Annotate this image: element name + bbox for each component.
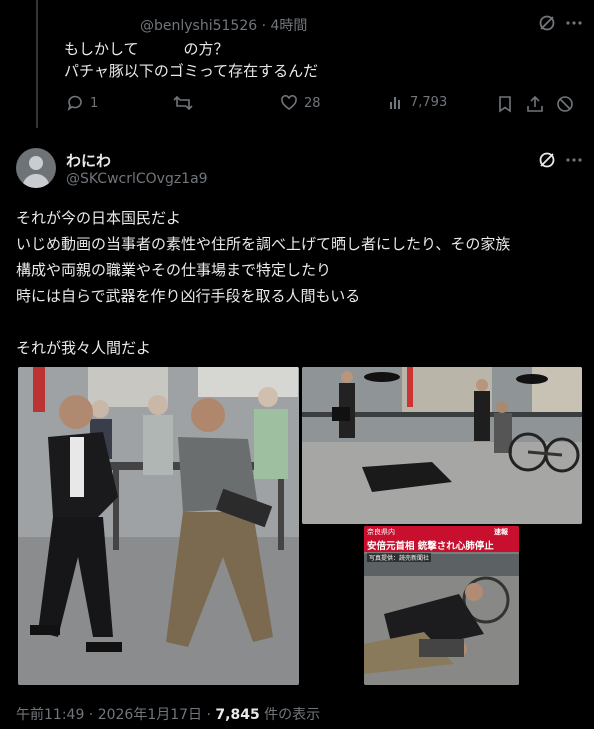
- post-views-suffix: 件の表示: [259, 707, 321, 723]
- like-button[interactable]: 28: [280, 94, 321, 112]
- bookmark-icon: [499, 96, 511, 113]
- repost-button[interactable]: [173, 94, 193, 112]
- views-button[interactable]: 7,793: [388, 94, 447, 110]
- body-line: いじめ動画の当事者の素性や住所を調べ上げて晒し者にしたり、その家族: [16, 235, 511, 253]
- more-icon-main[interactable]: [565, 151, 583, 169]
- reply-count: 1: [90, 95, 99, 111]
- body-line: 時には自らで武器を作り凶行手段を取る人間もいる: [16, 287, 361, 305]
- share-button[interactable]: [526, 95, 544, 113]
- view-count: 7,793: [410, 94, 448, 110]
- news-banner-left: 奈良県内: [367, 528, 395, 536]
- bookmark-button[interactable]: [497, 95, 513, 113]
- repost-icon: [173, 95, 193, 111]
- post-footer: 午前11:49 · 2026年1月17日 · 7,845 件の表示: [16, 704, 320, 724]
- body-line: それが我々人間だよ: [16, 339, 152, 357]
- post-time[interactable]: 午前11:49 · 2026年1月17日 ·: [16, 707, 215, 723]
- more-icon[interactable]: [565, 14, 583, 32]
- body-line: それが今の日本国民だよ: [16, 209, 182, 227]
- news-headline: 安倍元首相 銃撃され心肺停止: [367, 541, 494, 552]
- like-count: 28: [304, 95, 321, 111]
- post-body: それが今の日本国民だよ いじめ動画の当事者の素性や住所を調べ上げて晒し者にしたり…: [16, 205, 582, 361]
- post-photo-right-top[interactable]: [302, 367, 582, 524]
- heart-icon: [281, 94, 297, 110]
- body-line: [16, 309, 582, 335]
- grok-icon-main[interactable]: [538, 151, 556, 169]
- avatar[interactable]: [16, 148, 56, 188]
- reply-text: もしかして の方？ パチャ豚以下のゴミって存在するんだ: [64, 38, 318, 82]
- news-scene: [364, 554, 519, 685]
- display-name[interactable]: わにわ: [66, 150, 111, 171]
- handle[interactable]: @SKCwcrlCOvgz1a9: [66, 171, 208, 187]
- default-avatar-icon: [22, 156, 50, 188]
- post-photo-right-bottom[interactable]: 奈良県内 速報 安倍元首相 銃撃され心肺停止 写真提供：読売新聞社: [364, 526, 519, 685]
- share-icon: [527, 95, 543, 112]
- post-views: 7,845: [215, 707, 260, 723]
- block-button[interactable]: [556, 95, 574, 113]
- post-photo-left[interactable]: [18, 367, 299, 685]
- reply-button[interactable]: 1: [66, 94, 98, 112]
- reply-handle-time: @benlyshi51526 · 4時間: [140, 18, 308, 34]
- body-line: 構成や両親の職業やその仕事場まで特定したり: [16, 261, 332, 279]
- news-banner-right: 速報: [494, 528, 508, 536]
- news-credit: 写真提供：読売新聞社: [367, 553, 432, 562]
- block-icon: [557, 96, 573, 112]
- reply-line-1: もしかして の方？: [64, 40, 229, 58]
- analytics-icon: [390, 97, 400, 109]
- grok-icon[interactable]: [538, 14, 556, 32]
- comment-icon: [67, 95, 82, 112]
- thread-line: [36, 0, 38, 128]
- reply-line-2: パチャ豚以下のゴミって存在するんだ: [64, 62, 319, 80]
